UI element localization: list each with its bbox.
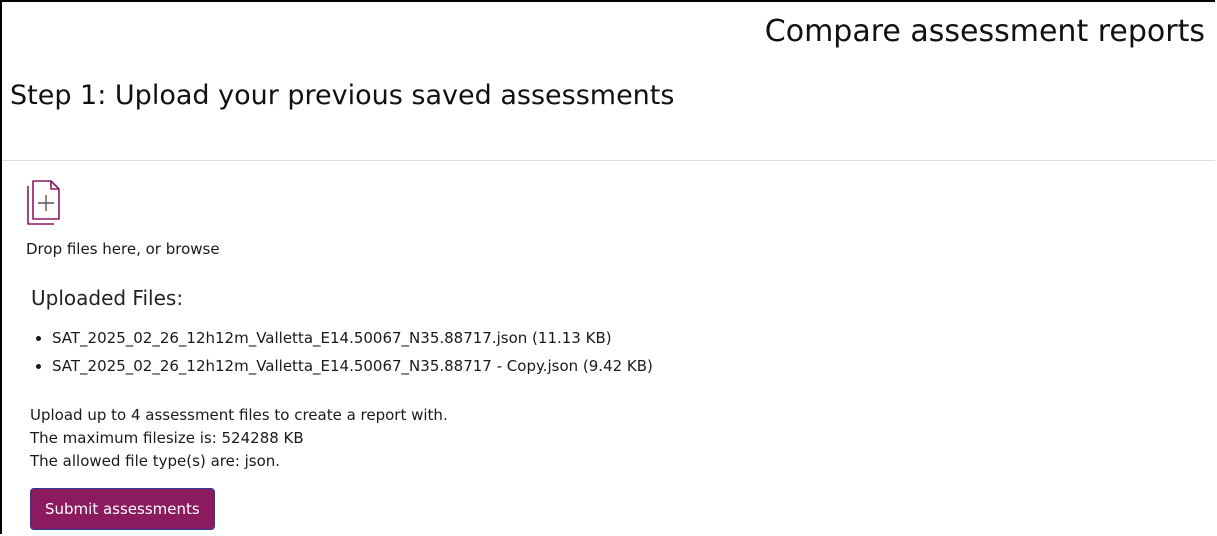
list-item: SAT_2025_02_26_12h12m_Valletta_E14.50067… <box>52 324 653 352</box>
list-item: SAT_2025_02_26_12h12m_Valletta_E14.50067… <box>52 352 653 380</box>
file-dropzone[interactable] <box>24 178 424 228</box>
uploaded-files-heading: Uploaded Files: <box>31 286 184 310</box>
step-heading: Step 1: Upload your previous saved asses… <box>10 80 675 111</box>
page-title: Compare assessment reports <box>764 14 1205 49</box>
dropzone-text: Drop files here, or <box>26 240 166 258</box>
dropzone-instructions: Drop files here, or browse <box>26 240 220 258</box>
page-frame: Compare assessment reports Step 1: Uploa… <box>0 0 1215 534</box>
max-filesize-text: The maximum filesize is: 524288 KB <box>30 429 304 447</box>
browse-link[interactable]: browse <box>166 240 220 258</box>
upload-info: Upload up to 4 assessment files to creat… <box>30 404 448 473</box>
divider <box>2 160 1215 161</box>
upload-limit-text: Upload up to 4 assessment files to creat… <box>30 406 448 424</box>
file-add-icon[interactable] <box>24 178 64 228</box>
submit-assessments-button[interactable]: Submit assessments <box>30 488 215 530</box>
allowed-types-text: The allowed file type(s) are: json. <box>30 452 281 470</box>
uploaded-files-list: SAT_2025_02_26_12h12m_Valletta_E14.50067… <box>52 324 653 380</box>
